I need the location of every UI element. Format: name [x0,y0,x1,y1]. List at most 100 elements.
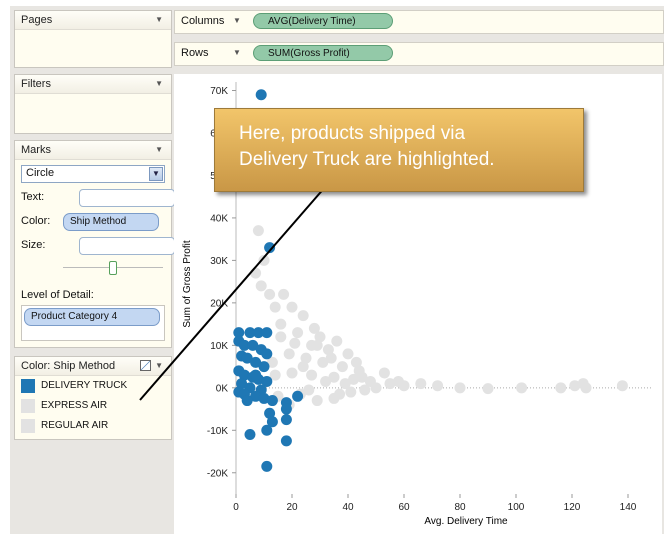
dropdown-arrow-icon[interactable]: ▼ [155,357,163,375]
legend-item-delivery-truck[interactable]: DELIVERY TRUCK [21,379,127,393]
data-point[interactable] [286,367,298,379]
y-tick-label: 0K [216,383,229,394]
level-of-detail-label: Level of Detail: [21,289,94,301]
data-point[interactable] [283,348,295,360]
data-point[interactable] [286,301,298,313]
data-point[interactable] [250,369,262,381]
data-point[interactable] [292,390,304,402]
color-legend-header[interactable]: Color: Ship Method ▼ [15,357,171,376]
legend-label: EXPRESS AIR [41,400,108,411]
dropdown-arrow-icon[interactable]: ▼ [233,48,241,57]
data-point[interactable] [297,361,309,373]
data-point[interactable] [261,460,273,472]
columns-label: Columns [181,15,225,27]
rows-pill[interactable]: SUM(Gross Profit) [253,45,393,61]
data-point[interactable] [516,382,528,394]
data-point[interactable] [415,378,427,390]
data-point[interactable] [580,382,592,394]
data-point[interactable] [280,435,292,447]
color-legend-panel: Color: Ship Method ▼ DELIVERY TRUCK EXPR… [14,356,172,440]
dropdown-arrow-icon[interactable]: ▼ [155,75,163,93]
data-point[interactable] [320,375,332,387]
filters-panel-header[interactable]: Filters ▼ [15,75,171,94]
data-point[interactable] [331,335,343,347]
columns-pill[interactable]: AVG(Delivery Time) [253,13,393,29]
data-point[interactable] [264,288,276,300]
dropdown-arrow-icon[interactable]: ▼ [155,141,163,159]
dropdown-arrow-icon[interactable]: ▼ [155,11,163,29]
size-label: Size: [21,239,46,251]
pages-panel: Pages ▼ [14,10,172,68]
pages-panel-header[interactable]: Pages ▼ [15,11,171,30]
pages-title: Pages [21,14,53,26]
rows-shelf[interactable]: Rows ▼ SUM(Gross Profit) [174,42,664,66]
level-of-detail-pill[interactable]: Product Category 4 [24,308,160,326]
x-tick-label: 20 [286,502,298,513]
data-point[interactable] [339,378,351,390]
x-tick-label: 100 [508,502,525,513]
data-point[interactable] [359,384,371,396]
data-point[interactable] [616,380,628,392]
data-point[interactable] [370,382,382,394]
data-point[interactable] [336,361,348,373]
data-point[interactable] [241,395,253,407]
data-point[interactable] [275,318,287,330]
data-point[interactable] [269,301,281,313]
size-slider-handle[interactable] [109,261,117,275]
data-point[interactable] [261,424,273,436]
highlight-icon[interactable] [140,360,151,371]
data-point[interactable] [280,403,292,415]
data-point[interactable] [292,327,304,339]
data-point[interactable] [306,369,318,381]
data-point[interactable] [244,429,256,441]
data-point[interactable] [261,348,273,360]
data-point[interactable] [264,242,276,254]
data-point[interactable] [250,267,262,279]
data-point[interactable] [278,288,290,300]
data-point[interactable] [454,382,466,394]
x-tick-label: 60 [398,502,410,513]
data-point[interactable] [350,356,362,368]
legend-label: DELIVERY TRUCK [41,380,128,391]
y-tick-label: 10K [210,341,228,352]
data-point[interactable] [255,89,267,101]
columns-shelf[interactable]: Columns ▼ AVG(Delivery Time) [174,10,664,34]
data-point[interactable] [258,361,270,373]
data-point[interactable] [255,280,267,292]
data-point[interactable] [280,414,292,426]
callout-line-1: Here, products shipped via [239,123,466,144]
data-point[interactable] [311,395,323,407]
data-point[interactable] [258,254,270,266]
data-point[interactable] [325,352,337,364]
data-point[interactable] [311,339,323,351]
y-tick-label: -20K [207,468,228,479]
data-point[interactable] [289,337,301,349]
legend-label: REGULAR AIR [41,420,109,431]
data-point[interactable] [482,383,494,395]
legend-item-regular-air[interactable]: REGULAR AIR [21,419,108,433]
chevron-down-icon[interactable]: ▼ [149,167,163,181]
data-point[interactable] [432,380,444,392]
dropdown-arrow-icon[interactable]: ▼ [233,16,241,25]
data-point[interactable] [342,348,354,360]
callout-box: Here, products shipped via Delivery Truc… [214,108,584,192]
text-shelf[interactable] [79,189,175,207]
legend-swatch [21,419,35,433]
data-point[interactable] [261,327,273,339]
mark-type-select[interactable]: Circle ▼ [21,165,165,183]
data-point[interactable] [392,375,404,387]
data-point[interactable] [275,331,287,343]
size-shelf[interactable] [79,237,175,255]
data-point[interactable] [555,382,567,394]
x-tick-label: 0 [233,502,239,513]
legend-item-express-air[interactable]: EXPRESS AIR [21,399,107,413]
data-point[interactable] [356,371,368,383]
color-shelf-pill[interactable]: Ship Method [63,213,159,231]
data-point[interactable] [297,310,309,322]
data-point[interactable] [378,367,390,379]
data-point[interactable] [252,225,264,237]
data-point[interactable] [334,388,346,400]
data-point[interactable] [303,384,315,396]
data-point[interactable] [266,395,278,407]
marks-panel-header[interactable]: Marks ▼ [15,141,171,160]
